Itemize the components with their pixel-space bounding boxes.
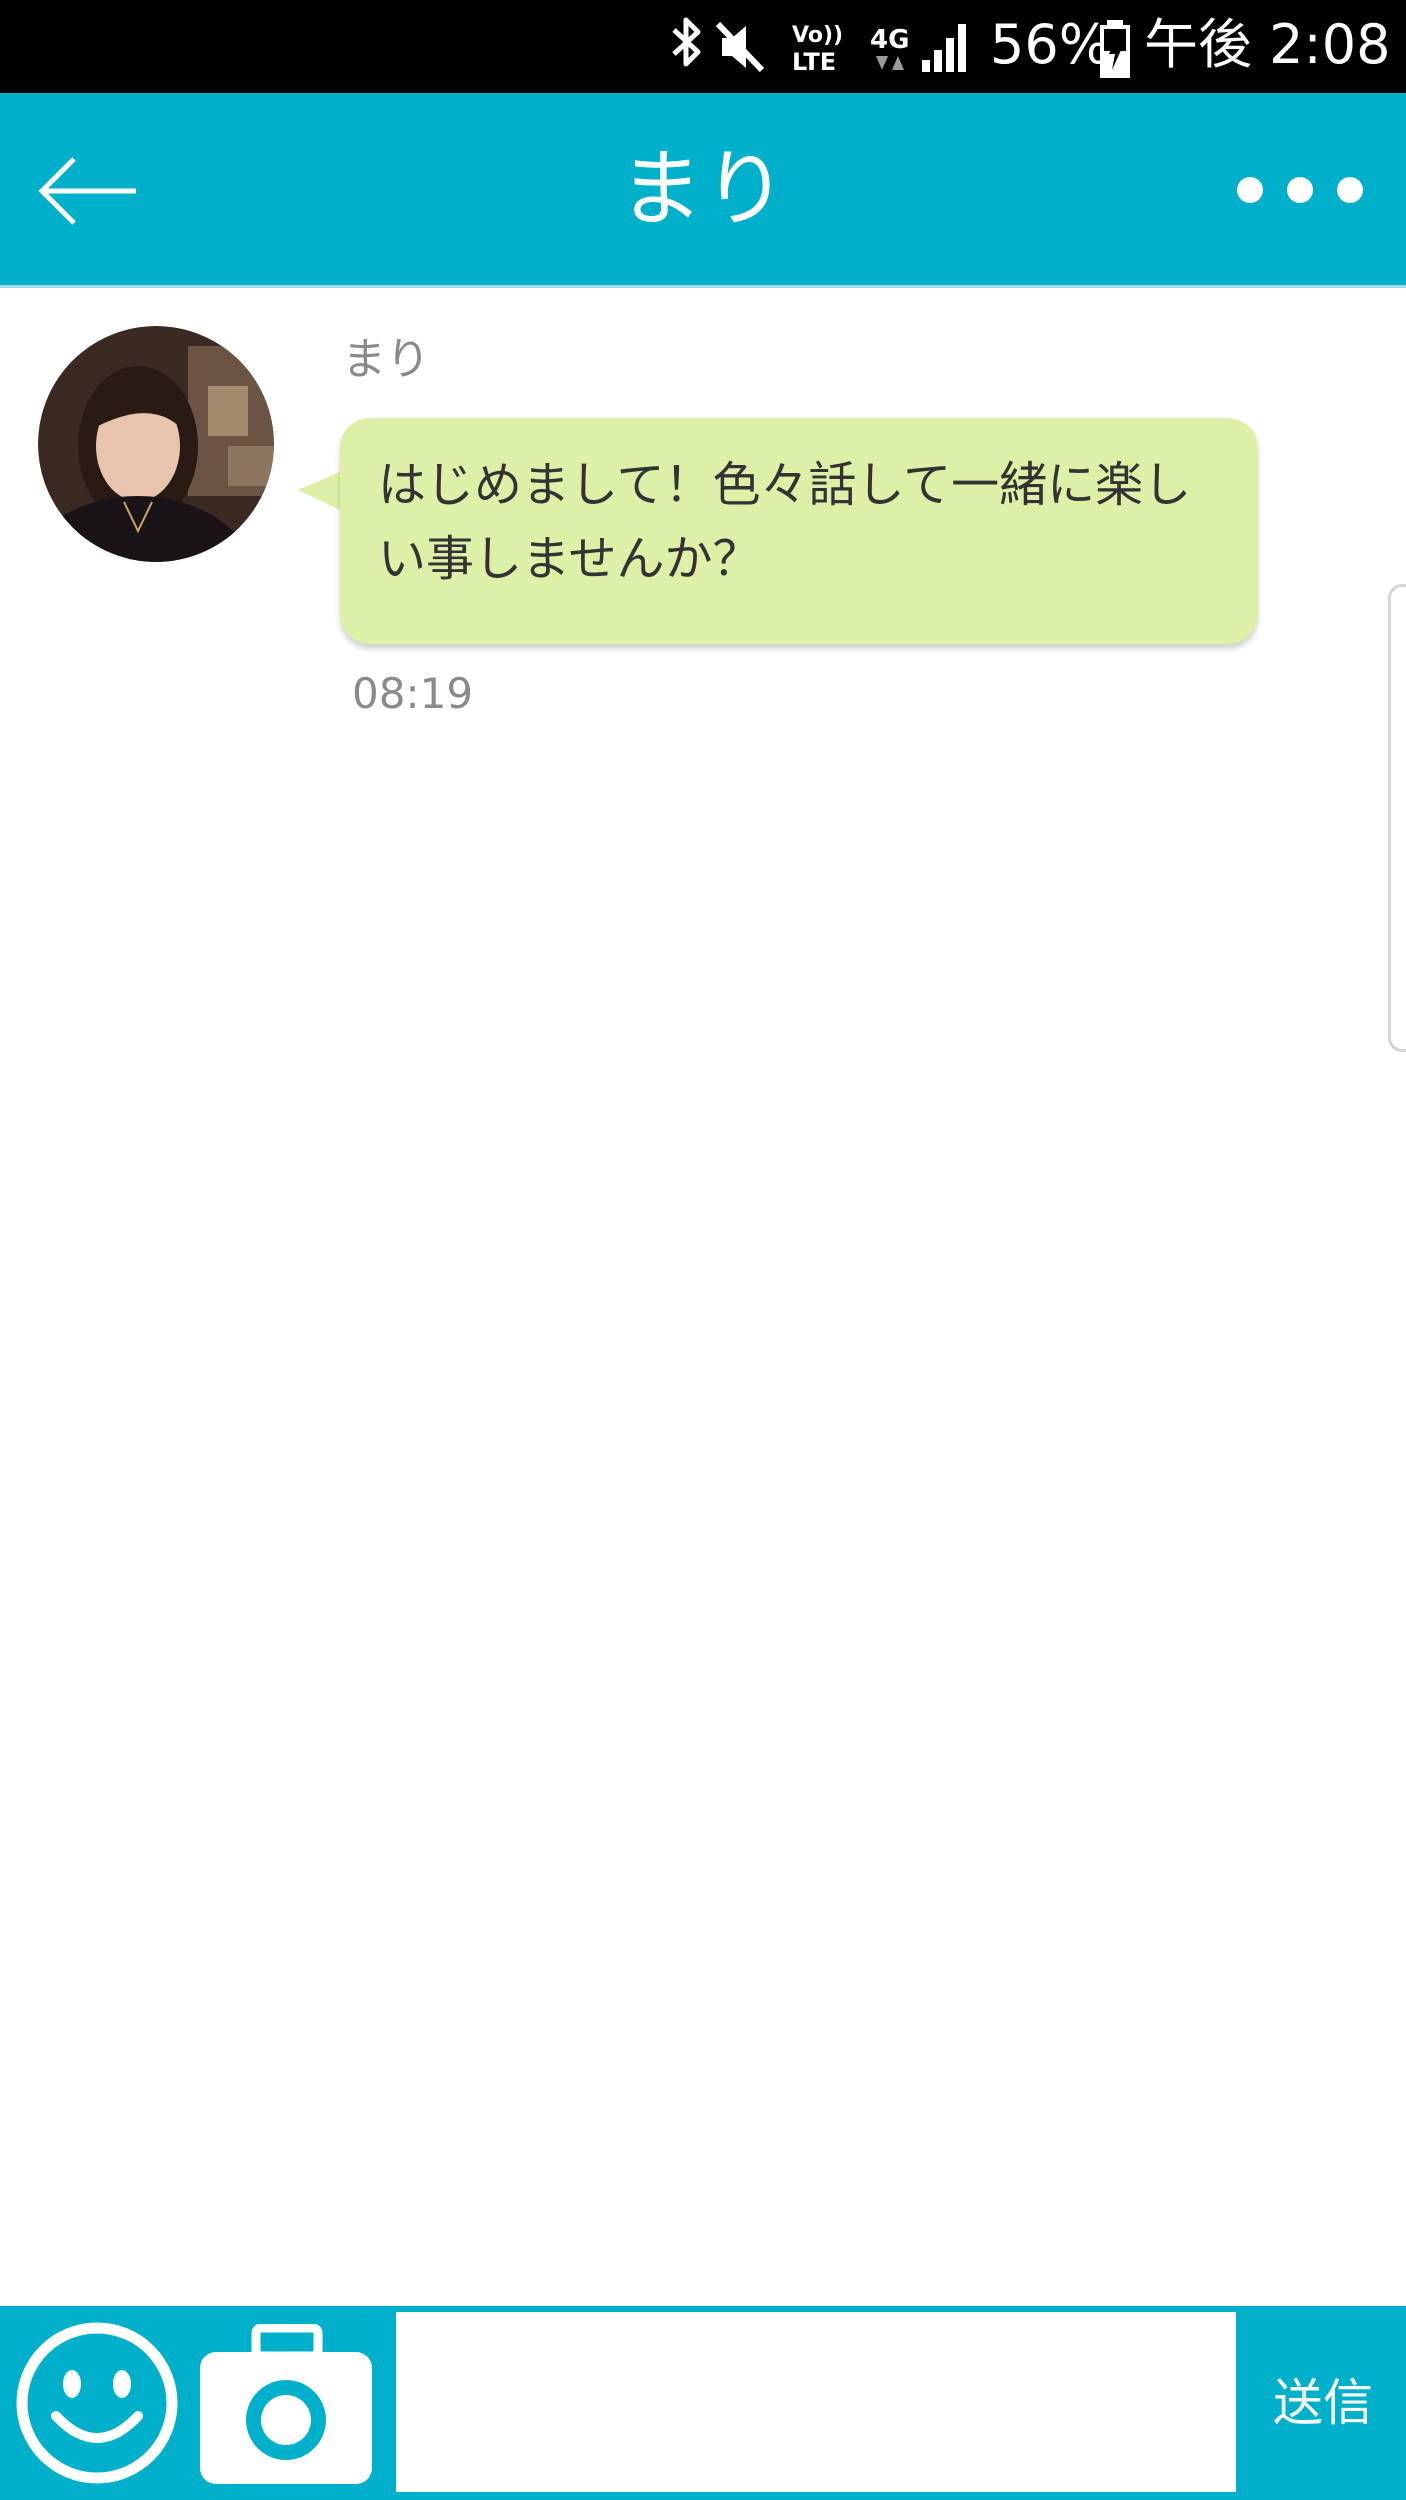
send-button[interactable]: 送信: [1240, 2306, 1406, 2500]
more-dots-icon: [1237, 177, 1363, 203]
back-button[interactable]: [36, 151, 146, 231]
bluetooth-icon: [672, 17, 701, 67]
clock: 午後 2:08: [1144, 13, 1391, 76]
chat-screen: Vo)) LTE 4G 56% 午後 2:08 まり まり はじめまして！色々話…: [0, 0, 1406, 2500]
svg-text:4G: 4G: [870, 25, 909, 55]
status-bar: Vo)) LTE 4G 56% 午後 2:08: [0, 0, 1406, 93]
avatar[interactable]: [38, 326, 274, 562]
svg-text:Vo)): Vo)): [792, 23, 843, 48]
signal-icon: [922, 24, 966, 72]
camera-button[interactable]: [198, 2323, 374, 2486]
mute-icon: [715, 21, 765, 73]
page-title: まり: [618, 140, 787, 238]
message-input[interactable]: [396, 2312, 1236, 2492]
camera-icon: [200, 2323, 372, 2484]
chat-header: まり: [0, 93, 1406, 288]
composer-bar: 送信: [0, 2306, 1406, 2500]
battery-charging-icon: [1100, 20, 1130, 78]
side-drawer-handle[interactable]: [1388, 584, 1406, 1052]
message-text: はじめまして！色々話して一緒に楽しい事しませんか？: [378, 457, 1192, 587]
message-bubble[interactable]: はじめまして！色々話して一緒に楽しい事しませんか？: [340, 418, 1258, 644]
more-options-button[interactable]: [1230, 163, 1370, 217]
volte-icon: Vo)) LTE: [792, 23, 843, 76]
arrow-left-icon: [38, 157, 136, 225]
message-timestamp: 08:19: [352, 669, 474, 718]
avatar-photo: [38, 326, 274, 562]
status-icons: Vo)) LTE 4G: [672, 17, 966, 76]
battery-percent: 56%: [990, 13, 1111, 76]
svg-text:LTE: LTE: [792, 48, 836, 76]
sender-name: まり: [342, 334, 430, 385]
smiley-icon: [16, 2322, 178, 2484]
bubble-tail: [298, 470, 344, 512]
emoji-button[interactable]: [14, 2320, 180, 2486]
4g-data-icon: 4G: [870, 25, 909, 70]
